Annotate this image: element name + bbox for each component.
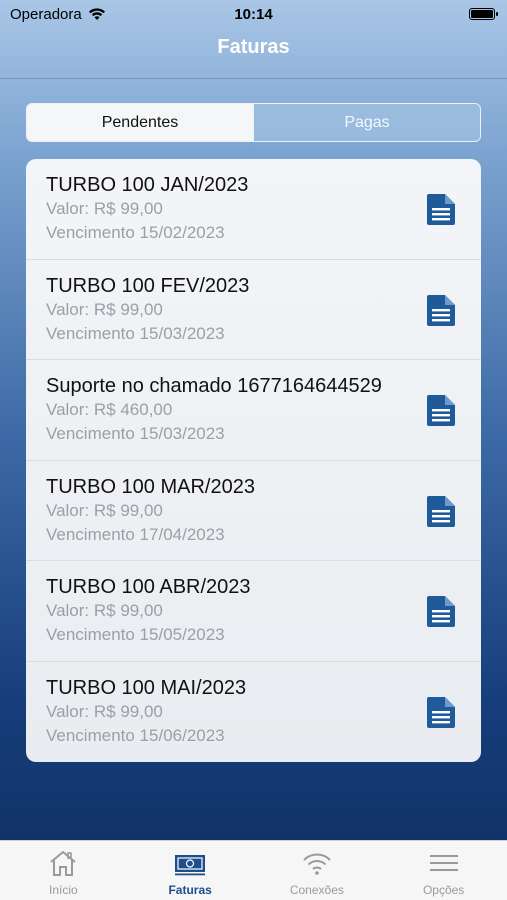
invoice-icon (175, 855, 206, 876)
document-icon[interactable] (427, 696, 455, 728)
invoice-due-date: Vencimento 17/04/2023 (46, 524, 225, 544)
invoice-due-date: Vencimento 15/06/2023 (46, 725, 225, 745)
tab-conexoes[interactable]: Conexões (254, 841, 381, 900)
segmented-control: Pendentes Pagas (26, 103, 481, 142)
invoice-due-date: Vencimento 15/05/2023 (46, 625, 225, 644)
document-icon[interactable] (427, 495, 455, 527)
invoice-due-date: Vencimento 15/03/2023 (46, 323, 225, 343)
invoice-value: Valor: R$ 99,00 (46, 601, 163, 620)
tab-label: Início (49, 883, 78, 897)
invoice-title: TURBO 100 FEV/2023 (46, 274, 250, 297)
list-item[interactable]: TURBO 100 ABR/2023 Valor: R$ 99,00 Venci… (26, 561, 481, 662)
invoice-list: TURBO 100 JAN/2023 Valor: R$ 99,00 Venci… (26, 159, 481, 762)
invoice-due-date: Vencimento 15/03/2023 (46, 424, 225, 443)
nav-divider (0, 78, 507, 79)
menu-icon (429, 855, 458, 871)
battery-icon (469, 8, 498, 20)
tab-opcoes[interactable]: Opções (380, 841, 507, 900)
document-icon[interactable] (427, 294, 455, 326)
tab-label: Opções (422, 883, 465, 897)
invoice-title: Suporte no chamado 1677164644529 (46, 375, 382, 397)
tab-label: Conexões (289, 883, 344, 897)
invoice-value: Valor: R$ 460,00 (46, 400, 173, 419)
invoice-title: TURBO 100 JAN/2023 (46, 174, 249, 196)
invoice-value: Valor: R$ 99,00 (46, 299, 163, 319)
carrier-label: Operadora (10, 5, 82, 23)
tab-faturas[interactable]: Faturas (127, 841, 254, 900)
segment-pagas[interactable]: Pagas (253, 104, 480, 141)
tab-label: Faturas (168, 883, 212, 897)
document-icon[interactable] (427, 395, 455, 426)
invoice-title: TURBO 100 MAR/2023 (46, 475, 255, 498)
page-title: Faturas (217, 36, 290, 58)
invoice-due-date: Vencimento 15/02/2023 (46, 223, 225, 242)
tab-bar: Início Faturas Conexões Opções (0, 840, 507, 900)
wifi-icon (303, 853, 331, 875)
invoice-title: TURBO 100 ABR/2023 (46, 576, 251, 598)
list-item[interactable]: TURBO 100 MAI/2023 Valor: R$ 99,00 Venci… (26, 662, 481, 763)
invoice-value: Valor: R$ 99,00 (46, 199, 163, 218)
tab-inicio[interactable]: Início (0, 841, 127, 900)
status-left: Operadora (10, 6, 106, 23)
home-icon (50, 850, 77, 876)
document-icon[interactable] (427, 194, 455, 225)
invoice-value: Valor: R$ 99,00 (46, 500, 163, 520)
list-item[interactable]: TURBO 100 MAR/2023 Valor: R$ 99,00 Venci… (26, 461, 481, 561)
list-item[interactable]: TURBO 100 JAN/2023 Valor: R$ 99,00 Venci… (26, 159, 481, 260)
invoice-value: Valor: R$ 99,00 (46, 701, 163, 721)
wifi-signal-icon (88, 8, 105, 20)
list-item[interactable]: TURBO 100 FEV/2023 Valor: R$ 99,00 Venci… (26, 260, 481, 360)
document-icon[interactable] (427, 596, 455, 627)
segment-pendentes[interactable]: Pendentes (27, 104, 253, 141)
status-bar: Operadora 10:14 (0, 0, 507, 28)
invoice-title: TURBO 100 MAI/2023 (46, 676, 247, 699)
list-item[interactable]: Suporte no chamado 1677164644529 Valor: … (26, 360, 481, 461)
